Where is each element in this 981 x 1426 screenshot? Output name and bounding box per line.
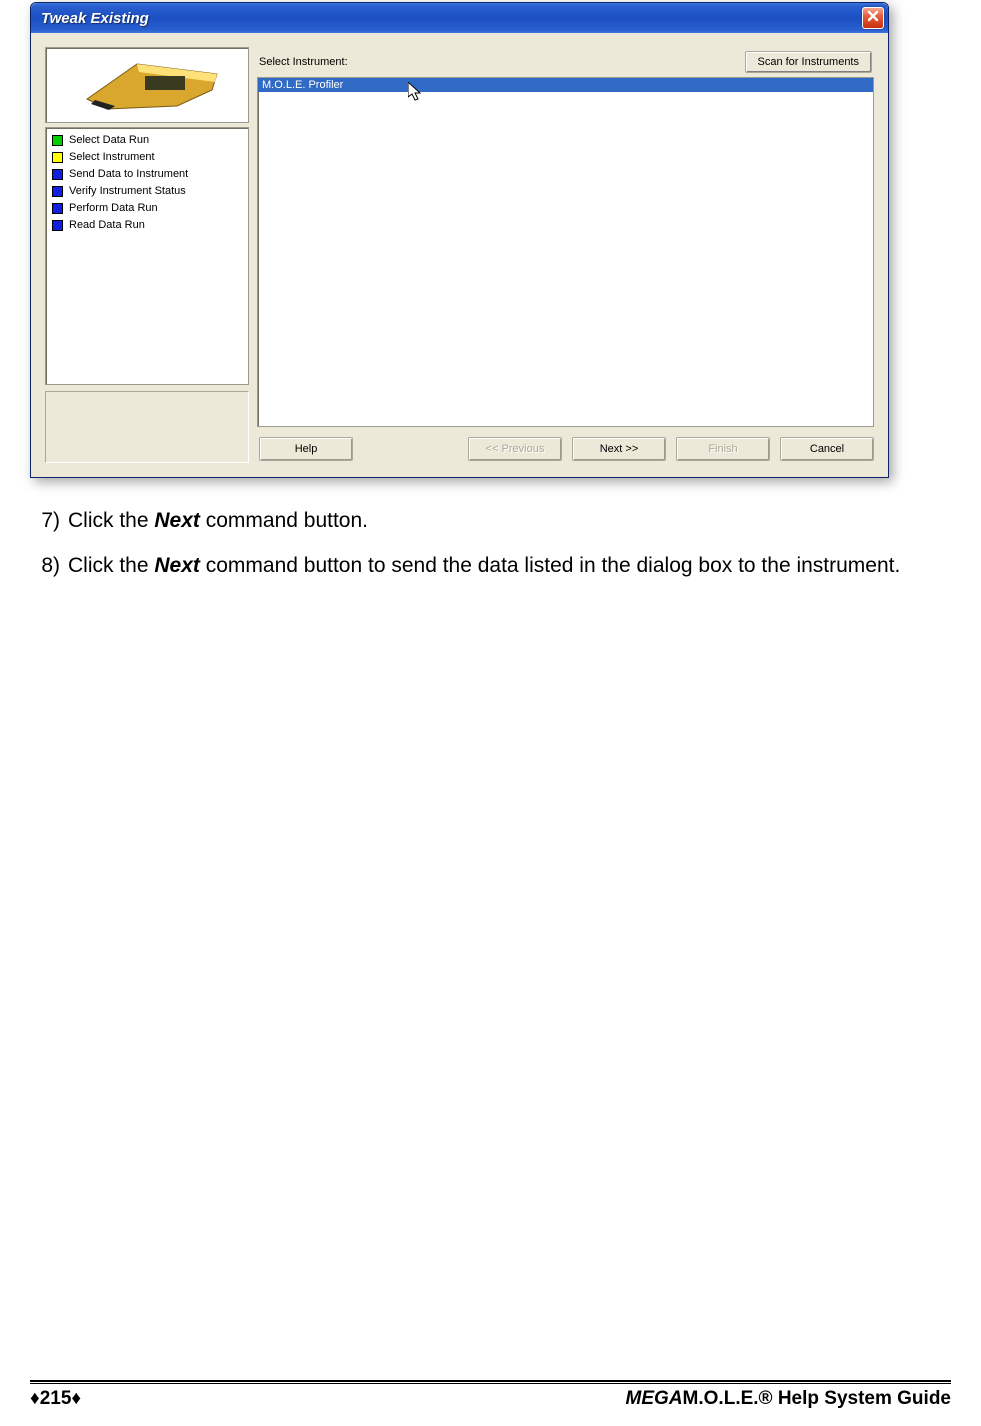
instrument-listbox[interactable]: M.O.L.E. Profiler <box>257 77 874 427</box>
step-label: Perform Data Run <box>69 201 158 216</box>
tweak-existing-dialog: Tweak Existing <box>30 2 889 478</box>
close-button[interactable] <box>862 7 884 29</box>
sidebar-info-panel <box>45 391 249 463</box>
step-status-icon <box>52 169 63 180</box>
guide-title: MEGAM.O.L.E.® Help System Guide <box>626 1388 951 1410</box>
step-item: Perform Data Run <box>52 200 242 217</box>
step-number: 7) <box>30 506 68 535</box>
step-item: Select Instrument <box>52 149 242 166</box>
step-status-icon <box>52 220 63 231</box>
instrument-list-item-selected[interactable]: M.O.L.E. Profiler <box>258 78 873 92</box>
titlebar[interactable]: Tweak Existing <box>31 3 888 33</box>
step-label: Verify Instrument Status <box>69 184 186 199</box>
step-status-icon <box>52 203 63 214</box>
page-number: ♦215♦ <box>30 1388 81 1410</box>
step-status-icon <box>52 186 63 197</box>
cancel-button[interactable]: Cancel <box>780 437 874 461</box>
step-item: Verify Instrument Status <box>52 183 242 200</box>
step-status-icon <box>52 152 63 163</box>
step-label: Select Data Run <box>69 133 149 148</box>
step-label: Read Data Run <box>69 218 145 233</box>
select-instrument-label: Select Instrument: <box>259 56 348 68</box>
next-button[interactable]: Next >> <box>572 437 666 461</box>
step-item: Select Data Run <box>52 132 242 149</box>
step-item: Send Data to Instrument <box>52 166 242 183</box>
previous-button: << Previous <box>468 437 562 461</box>
device-thumbnail <box>45 47 249 123</box>
help-button[interactable]: Help <box>259 437 353 461</box>
close-icon <box>867 9 879 27</box>
instruction-text: 7) Click the Next command button. 8) Cli… <box>30 506 951 581</box>
wizard-steps-panel: Select Data Run Select Instrument Send D… <box>45 127 249 385</box>
step-status-icon <box>52 135 63 146</box>
window-title: Tweak Existing <box>41 10 149 27</box>
scan-for-instruments-button[interactable]: Scan for Instruments <box>745 51 873 73</box>
step-number: 8) <box>30 551 68 580</box>
finish-button: Finish <box>676 437 770 461</box>
page-footer: ♦215♦ MEGAM.O.L.E.® Help System Guide <box>30 1380 951 1410</box>
step-item: Read Data Run <box>52 217 242 234</box>
step-label: Send Data to Instrument <box>69 167 188 182</box>
step-label: Select Instrument <box>69 150 155 165</box>
